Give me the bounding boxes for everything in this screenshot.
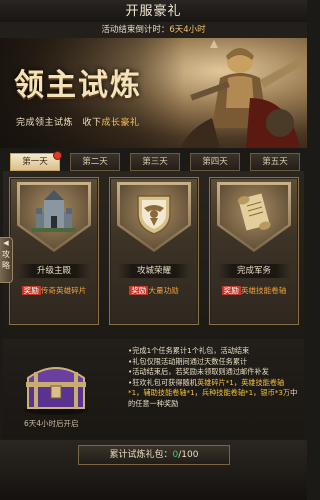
banner-heading: 领主试炼 bbox=[14, 68, 142, 103]
event-banner: 领主试炼 完成领主试炼 收下成长豪礼 bbox=[0, 38, 307, 148]
rule-item: 银币*3万 bbox=[260, 388, 291, 397]
reward-rules: •完成1个任务累计1个礼包，活动结束 •礼包仅限活动期间通过天数任务累计 •活动… bbox=[128, 346, 300, 409]
tab-label: 第五天 bbox=[262, 157, 288, 167]
reward-tag: 奖励 bbox=[21, 286, 41, 295]
tab-day-3[interactable]: 第三天 bbox=[130, 153, 180, 171]
tab-day-5[interactable]: 第五天 bbox=[250, 153, 300, 171]
task-card-upgrade-hall[interactable]: 升级主殿 奖励 传奇英雄碎片 bbox=[9, 177, 99, 325]
countdown-prefix: 活动结束倒计时： bbox=[101, 25, 170, 35]
rule-line: *1，辅助技能卷轴*1，兵种技能卷轴*1，银币*3万中 bbox=[128, 388, 300, 399]
eagle-crest-icon bbox=[137, 195, 171, 235]
banner-subtitle-text: 完成领主试炼 收下 bbox=[16, 118, 102, 128]
title-bar: 开服豪礼 bbox=[0, 0, 307, 23]
treasure-chest-icon[interactable] bbox=[20, 352, 92, 416]
rule-line: •完成1个任务累计1个礼包，活动结束 bbox=[128, 346, 250, 355]
progress-total: /100 bbox=[178, 450, 199, 460]
chest-caption: 6天4小时后开启 bbox=[24, 419, 79, 428]
card-reward: 奖励 大量功勋 bbox=[112, 284, 196, 298]
castle-icon bbox=[32, 190, 76, 232]
scroll-icon bbox=[237, 193, 271, 231]
card-reward: 奖励 传奇英雄碎片 bbox=[12, 284, 96, 298]
tab-label: 第三天 bbox=[142, 157, 168, 167]
rule-item: 英雄碎片*1 bbox=[196, 377, 234, 387]
reward-tag: 奖励 bbox=[129, 286, 149, 295]
rule-line: •活动结束后，若奖励未领取则通过邮件补发 bbox=[128, 367, 269, 376]
tab-day-2[interactable]: 第二天 bbox=[70, 153, 120, 171]
progress-label: 累计试炼礼包： bbox=[109, 450, 173, 460]
countdown-bar: 活动结束倒计时：6天4小时 bbox=[0, 22, 307, 38]
guide-label: 攻略 bbox=[2, 250, 10, 270]
rule-text: ， bbox=[233, 377, 242, 387]
card-reward: 奖励 英雄技能卷轴 bbox=[212, 284, 296, 298]
rule-item: 兵种技能卷轴*1 bbox=[201, 388, 254, 397]
task-card-military-affairs[interactable]: 完成军务 奖励 英雄技能卷轴 bbox=[209, 177, 299, 325]
rule-text: •狂欢礼包可获得随机 bbox=[128, 377, 197, 387]
countdown-value: 6天4小时 bbox=[169, 25, 206, 35]
rule-line: 的任意一种奖励 bbox=[128, 398, 179, 408]
notification-dot-icon bbox=[53, 151, 62, 160]
card-title: 完成军务 bbox=[218, 264, 290, 278]
rule-line: •狂欢礼包可获得随机英雄碎片*1，英雄技能卷轴 bbox=[128, 378, 300, 389]
banner-subtitle: 完成领主试炼 收下成长豪礼 bbox=[16, 115, 140, 128]
card-title: 升级主殿 bbox=[18, 264, 90, 278]
reward-tag: 奖励 bbox=[221, 286, 241, 295]
reward-text: 英雄技能卷轴 bbox=[240, 286, 287, 295]
rule-line: •礼包仅限活动期间通过天数任务累计 bbox=[128, 356, 248, 366]
tab-day-4[interactable]: 第四天 bbox=[190, 153, 240, 171]
chevron-left-icon: ◀ bbox=[3, 239, 9, 247]
gift-progress-counter: 累计试炼礼包：0/100 bbox=[78, 445, 230, 465]
tab-label: 第四天 bbox=[202, 157, 228, 167]
rule-text: ， bbox=[194, 388, 202, 397]
rule-item: 辅助技能卷轴*1 bbox=[143, 388, 195, 397]
banner-subtitle-highlight: 成长豪礼 bbox=[101, 118, 140, 128]
rule-item: 英雄技能卷轴 bbox=[241, 377, 285, 387]
reward-text: 大量功勋 bbox=[148, 286, 179, 295]
page-title: 开服豪礼 bbox=[125, 4, 182, 19]
rule-item: *1 bbox=[128, 388, 137, 397]
guide-side-tab[interactable]: ◀ 攻略 bbox=[0, 237, 13, 283]
day-tabs: 第一天 第二天 第三天 第四天 第五天 bbox=[0, 151, 307, 171]
task-card-siege-glory[interactable]: 攻城荣耀 奖励 大量功勋 bbox=[109, 177, 199, 325]
reward-text: 传奇英雄碎片 bbox=[40, 286, 87, 295]
tab-label: 第二天 bbox=[82, 157, 108, 167]
tab-label: 第一天 bbox=[22, 157, 48, 167]
card-title: 攻城荣耀 bbox=[118, 264, 190, 278]
rule-text: 中 bbox=[290, 388, 298, 397]
tab-day-1[interactable]: 第一天 bbox=[10, 151, 62, 171]
